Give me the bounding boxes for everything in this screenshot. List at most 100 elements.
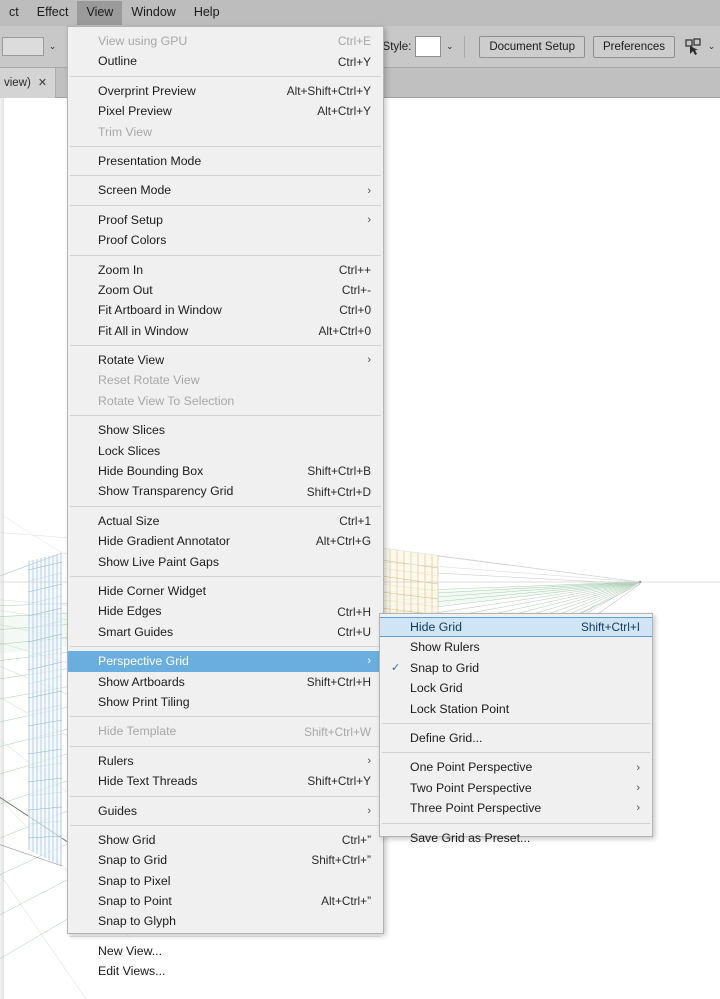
menu-separator bbox=[382, 822, 650, 824]
menu-item-define-grid[interactable]: Define Grid... bbox=[380, 728, 652, 748]
chevron-right-icon: › bbox=[636, 761, 640, 774]
menu-item-snap-to-grid[interactable]: Snap to Grid Shift+Ctrl+” bbox=[68, 850, 383, 870]
menu-separator bbox=[70, 204, 381, 206]
menu-item-show-rulers[interactable]: Show Rulers bbox=[380, 637, 652, 657]
menu-item-label: Rulers bbox=[98, 753, 134, 768]
menu-item-label: Outline bbox=[98, 54, 137, 69]
menu-item-rotate-view[interactable]: Rotate View › bbox=[68, 350, 383, 370]
menu-item-reset-rotate-view: Reset Rotate View bbox=[68, 370, 383, 390]
chevron-right-icon: › bbox=[367, 655, 371, 668]
menu-item-label: Zoom In bbox=[98, 262, 144, 277]
menu-item-label: Hide Grid bbox=[410, 620, 462, 634]
menu-item-shortcut: Ctrl+1 bbox=[339, 514, 371, 528]
menu-item-hide-edges[interactable]: Hide Edges Ctrl+H bbox=[68, 601, 383, 621]
menu-item-screen-mode[interactable]: Screen Mode › bbox=[68, 180, 383, 200]
chevron-right-icon: › bbox=[367, 354, 371, 367]
menu-item-new-view[interactable]: New View... bbox=[68, 941, 383, 961]
menu-item-label: Proof Colors bbox=[98, 233, 167, 248]
menu-item-show-artboards[interactable]: Show Artboards Shift+Ctrl+H bbox=[68, 672, 383, 692]
menu-item-rulers[interactable]: Rulers › bbox=[68, 751, 383, 771]
illustrator-window: ct Effect View Window Help ⌄ › Style: ⌄ … bbox=[0, 0, 720, 999]
menu-bar-item-help[interactable]: Help bbox=[185, 1, 229, 25]
menu-item-snap-to-grid[interactable]: ✓ Snap to Grid bbox=[380, 658, 652, 678]
menu-item-one-point-perspective[interactable]: One Point Perspective › bbox=[380, 757, 652, 777]
opacity-field[interactable] bbox=[2, 37, 44, 56]
close-icon[interactable]: ✕ bbox=[38, 76, 47, 89]
menu-bar-item-effect[interactable]: Effect bbox=[28, 1, 78, 25]
menu-item-label: Lock Station Point bbox=[410, 701, 510, 716]
menu-item-label: Edit Views... bbox=[98, 964, 166, 979]
menu-item-shortcut: Shift+Ctrl+” bbox=[311, 853, 371, 868]
menu-item-outline[interactable]: Outline Ctrl+Y bbox=[68, 51, 383, 71]
menu-item-proof-colors[interactable]: Proof Colors bbox=[68, 230, 383, 250]
menu-item-lock-station-point[interactable]: Lock Station Point bbox=[380, 699, 652, 719]
menu-item-label: Guides bbox=[98, 803, 137, 818]
menu-item-lock-grid[interactable]: Lock Grid bbox=[380, 678, 652, 698]
menu-item-label: Screen Mode bbox=[98, 183, 172, 198]
menu-bar-item-object[interactable]: ct bbox=[0, 1, 28, 25]
menu-item-save-grid-as-preset[interactable]: Save Grid as Preset... bbox=[380, 828, 652, 848]
menu-item-show-grid[interactable]: Show Grid Ctrl+” bbox=[68, 830, 383, 850]
menu-item-snap-to-point[interactable]: Snap to Point Alt+Ctrl+” bbox=[68, 891, 383, 911]
select-similar-chevron-icon[interactable]: ⌄ bbox=[703, 37, 720, 56]
document-tab[interactable]: view) ✕ bbox=[0, 67, 57, 98]
menu-bar-item-window[interactable]: Window bbox=[122, 1, 184, 25]
chevron-down-icon[interactable]: ⌄ bbox=[44, 37, 61, 56]
menu-item-two-point-perspective[interactable]: Two Point Perspective › bbox=[380, 778, 652, 798]
menu-separator bbox=[70, 145, 381, 147]
menu-item-perspective-grid[interactable]: Perspective Grid › bbox=[68, 651, 383, 672]
menu-item-actual-size[interactable]: Actual Size Ctrl+1 bbox=[68, 511, 383, 531]
menu-item-hide-gradient-annotator[interactable]: Hide Gradient Annotator Alt+Ctrl+G bbox=[68, 531, 383, 551]
menu-item-label: New View... bbox=[98, 943, 163, 958]
menu-item-zoom-in[interactable]: Zoom In Ctrl++ bbox=[68, 260, 383, 280]
menu-item-lock-slices[interactable]: Lock Slices bbox=[68, 441, 383, 461]
menu-item-pixel-preview[interactable]: Pixel Preview Alt+Ctrl+Y bbox=[68, 101, 383, 121]
menu-item-hide-grid[interactable]: Hide Grid Shift+Ctrl+I bbox=[380, 617, 652, 638]
check-icon: ✓ bbox=[391, 662, 401, 675]
menu-item-fit-artboard-in-window[interactable]: Fit Artboard in Window Ctrl+0 bbox=[68, 300, 383, 320]
style-chevron-down-icon[interactable]: ⌄ bbox=[441, 37, 459, 56]
style-swatch[interactable] bbox=[415, 36, 442, 57]
menu-bar[interactable]: ct Effect View Window Help bbox=[0, 0, 720, 26]
select-similar-objects-icon[interactable] bbox=[685, 37, 703, 56]
menu-item-presentation-mode[interactable]: Presentation Mode bbox=[68, 151, 383, 171]
menu-item-overprint-preview[interactable]: Overprint Preview Alt+Shift+Ctrl+Y bbox=[68, 81, 383, 101]
preferences-button[interactable]: Preferences bbox=[592, 35, 675, 58]
menu-separator bbox=[70, 505, 381, 507]
menu-item-hide-corner-widget[interactable]: Hide Corner Widget bbox=[68, 581, 383, 601]
menu-item-zoom-out[interactable]: Zoom Out Ctrl+- bbox=[68, 280, 383, 300]
menu-item-show-print-tiling[interactable]: Show Print Tiling bbox=[68, 692, 383, 712]
menu-item-edit-views[interactable]: Edit Views... bbox=[68, 961, 383, 981]
menu-item-label: Presentation Mode bbox=[98, 153, 202, 168]
menu-item-shortcut: Ctrl+- bbox=[341, 283, 371, 298]
document-setup-button[interactable]: Document Setup bbox=[479, 35, 585, 58]
menu-item-shortcut: Shift+Ctrl+D bbox=[306, 484, 371, 499]
menu-item-proof-setup[interactable]: Proof Setup › bbox=[68, 210, 383, 230]
menu-item-label: Show Rulers bbox=[410, 640, 480, 655]
menu-item-label: Pixel Preview bbox=[98, 104, 172, 119]
menu-item-label: Fit Artboard in Window bbox=[98, 303, 222, 318]
view-dropdown-menu[interactable]: View using GPU Ctrl+E Outline Ctrl+Y Overpri… bbox=[67, 26, 384, 978]
menu-item-label: Reset Rotate View bbox=[98, 373, 200, 388]
menu-bar-item-view[interactable]: View bbox=[77, 1, 123, 25]
menu-item-show-live-paint-gaps[interactable]: Show Live Paint Gaps bbox=[68, 552, 383, 572]
menu-item-label: Fit All in Window bbox=[98, 323, 189, 338]
menu-item-show-slices[interactable]: Show Slices bbox=[68, 420, 383, 440]
menu-separator bbox=[70, 745, 381, 747]
menu-item-shortcut: Ctrl+0 bbox=[339, 303, 371, 318]
menu-item-label: Zoom Out bbox=[98, 282, 153, 297]
perspective-grid-submenu[interactable]: Hide Grid Shift+Ctrl+I Show Rulers ✓ Snap to… bbox=[379, 613, 653, 845]
menu-item-snap-to-glyph[interactable]: Snap to Glyph bbox=[68, 911, 383, 931]
menu-item-shortcut: Ctrl++ bbox=[338, 262, 371, 277]
menu-item-shortcut: Shift+Ctrl+H bbox=[306, 674, 371, 689]
menu-item-three-point-perspective[interactable]: Three Point Perspective › bbox=[380, 798, 652, 818]
menu-item-smart-guides[interactable]: Smart Guides Ctrl+U bbox=[68, 622, 383, 642]
menu-item-fit-all-in-window[interactable]: Fit All in Window Alt+Ctrl+0 bbox=[68, 321, 383, 341]
menu-item-guides[interactable]: Guides › bbox=[68, 801, 383, 821]
menu-item-hide-bounding-box[interactable]: Hide Bounding Box Shift+Ctrl+B bbox=[68, 461, 383, 481]
menu-item-hide-text-threads[interactable]: Hide Text Threads Shift+Ctrl+Y bbox=[68, 771, 383, 791]
menu-item-show-transparency-grid[interactable]: Show Transparency Grid Shift+Ctrl+D bbox=[68, 481, 383, 501]
menu-item-label: Lock Slices bbox=[98, 443, 161, 458]
menu-item-snap-to-pixel[interactable]: Snap to Pixel bbox=[68, 871, 383, 891]
menu-item-label: Overprint Preview bbox=[98, 83, 196, 98]
